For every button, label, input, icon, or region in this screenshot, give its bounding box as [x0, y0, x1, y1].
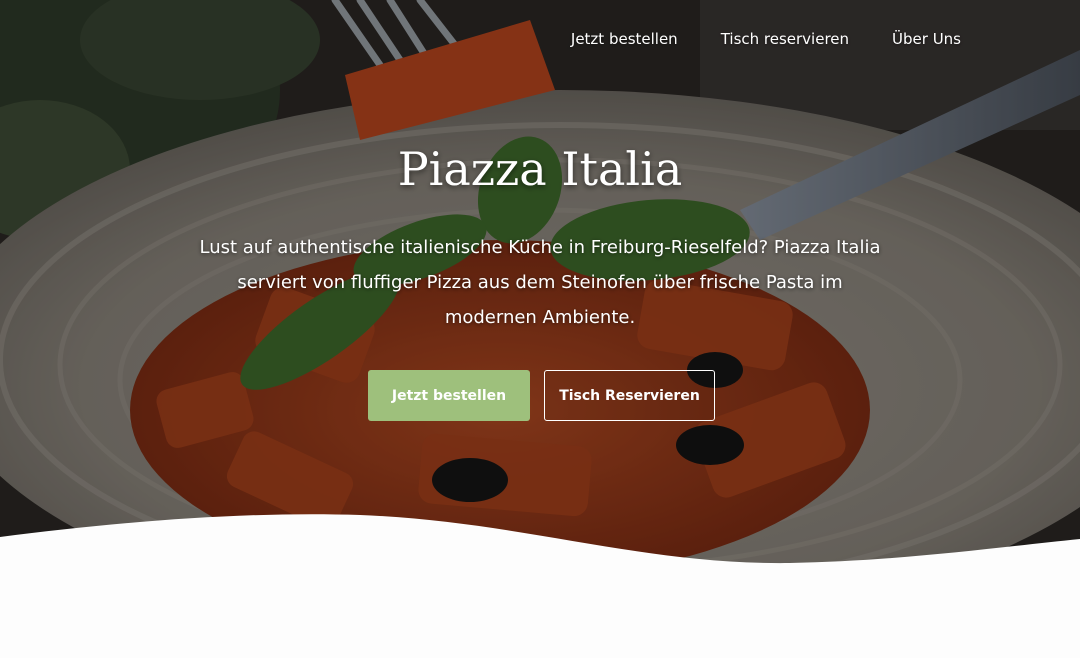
reserve-table-button[interactable]: Tisch Reservieren [544, 370, 715, 421]
main-nav: Jetzt bestellen Tisch reservieren Über U… [571, 30, 961, 48]
hero-description-line: serviert von fluffiger Pizza aus dem Ste… [237, 272, 843, 293]
nav-link-order[interactable]: Jetzt bestellen [571, 30, 678, 48]
hero-description-line: Lust auf authentische italienische Küche… [199, 237, 881, 258]
order-now-button[interactable]: Jetzt bestellen [368, 370, 530, 421]
hero-description: Lust auf authentische italienische Küche… [170, 230, 910, 335]
nav-link-reserve[interactable]: Tisch reservieren [721, 30, 849, 48]
wave-divider [0, 514, 1080, 658]
nav-link-about[interactable]: Über Uns [892, 30, 961, 48]
hero-description-line: modernen Ambiente. [444, 307, 636, 328]
page-title: Piazza Italia [397, 142, 683, 196]
